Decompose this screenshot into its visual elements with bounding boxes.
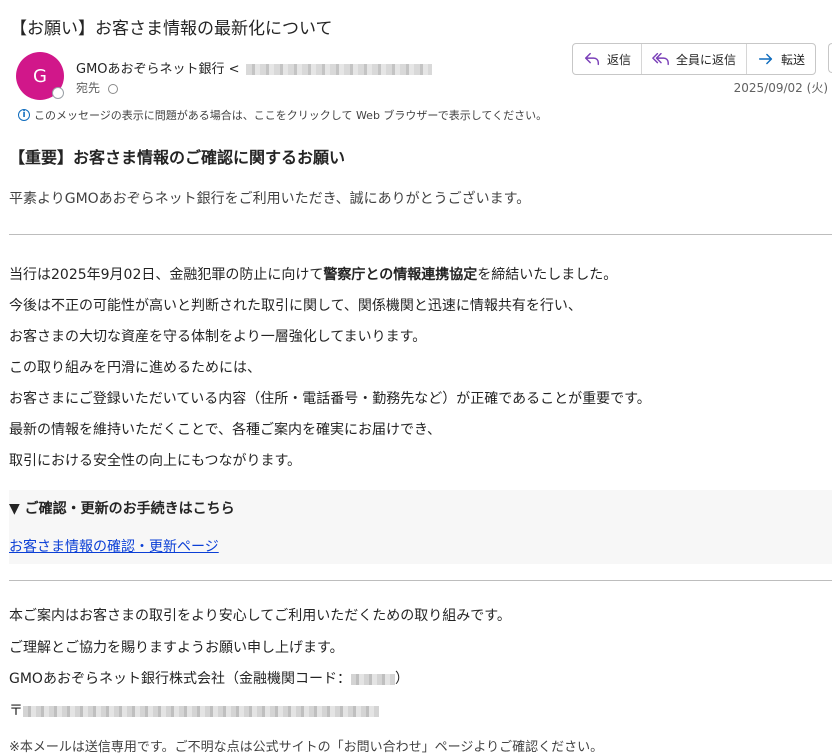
company-name-end: ）: [394, 671, 409, 687]
recipient-status-icon: [108, 83, 119, 94]
sender-line[interactable]: GMOあおぞらネット銀行 <: [76, 58, 432, 77]
address-redacted: [23, 705, 379, 717]
reply-label: 返信: [607, 52, 632, 67]
postal-mark: 〒: [9, 703, 23, 719]
paragraph-4: この取り組みを円滑に進めるためには、: [9, 360, 261, 376]
p1-text-end: を締結いたしました。: [477, 267, 618, 283]
received-date: 2025/09/02 (火): [733, 81, 828, 95]
paragraph-1: 当行は2025年9月02日、金融犯罪の防止に向けて警察庁との情報連携協定を締結い…: [9, 264, 617, 284]
email-subject: 【お願い】お客さま情報の最新化について: [10, 19, 333, 39]
message-actions: 返信 全員に返信 転送: [572, 43, 817, 75]
reply-all-label: 全員に返信: [676, 52, 737, 67]
sender-address-prefix: <: [228, 62, 240, 77]
paragraph-5: お客さまにご登録いただいている内容（住所・電話番号・勤務先など）が正確であること…: [9, 391, 651, 407]
forward-label: 転送: [781, 52, 806, 67]
more-actions-button[interactable]: [828, 43, 832, 73]
footer-line-2: ご理解とご協力を賜りますようお願い申し上げます。: [9, 640, 344, 656]
recipients-line[interactable]: 宛先: [76, 79, 119, 96]
presence-status-icon: [52, 87, 64, 99]
paragraph-2: 今後は不正の可能性が高いと判断された取引に関して、関係機関と迅速に情報共有を行い…: [9, 298, 582, 314]
infobar-text: このメッセージの表示に問題がある場合は、ここをクリックして Web ブラウザーで…: [34, 109, 548, 122]
to-label: 宛先: [76, 81, 101, 95]
paragraph-6: 最新の情報を維持いただくことで、各種ご案内を確実にお届けでき、: [9, 422, 442, 438]
p1-text: 当行は2025年9月02日、金融犯罪の防止に向けて: [9, 267, 324, 283]
sender-name: GMOあおぞらネット銀行: [76, 62, 225, 77]
sender-address-redacted: [245, 64, 432, 75]
forward-button[interactable]: 転送: [747, 44, 815, 74]
footer-line-1: 本ご案内はお客さまの取引をより安心してご利用いただくための取り組みです。: [9, 608, 511, 624]
body-heading: 【重要】お客さま情報のご確認に関するお願い: [9, 148, 346, 167]
info-icon: i: [18, 109, 30, 121]
company-name: GMOあおぞらネット銀行株式会社（金融機関コード：: [9, 671, 351, 687]
avatar-initial: G: [33, 65, 47, 87]
p1-emphasis: 警察庁との情報連携協定: [323, 267, 478, 283]
reply-all-icon: [652, 52, 669, 66]
paragraph-3: お客さまの大切な資産を守る体制をより一層強化してまいります。: [9, 329, 427, 345]
reply-icon: [584, 52, 600, 66]
update-info-link[interactable]: お客さま情報の確認・更新ページ: [9, 536, 219, 556]
forward-icon: [759, 53, 773, 65]
divider-top: [9, 234, 832, 235]
reply-button[interactable]: 返信: [573, 44, 643, 74]
display-issue-infobar[interactable]: i このメッセージの表示に問題がある場合は、ここをクリックして Web ブラウザ…: [18, 107, 547, 123]
footer-line-4: 〒: [9, 700, 379, 720]
bank-code-redacted: [350, 673, 395, 685]
footer-note: ※本メールは送信専用です。ご不明な点は公式サイトの「お問い合わせ」ページよりご確…: [9, 740, 604, 755]
greeting: 平素よりGMOあおぞらネット銀行をご利用いただき、誠にありがとうございます。: [9, 191, 531, 207]
procedure-title: ▼ ご確認・更新のお手続きはこちら: [9, 501, 235, 517]
footer-line-3: GMOあおぞらネット銀行株式会社（金融機関コード： ）: [9, 668, 409, 688]
paragraph-7: 取引における安全性の向上にもつながります。: [9, 453, 302, 469]
divider-bottom: [9, 580, 832, 581]
reply-all-button[interactable]: 全員に返信: [642, 44, 748, 74]
